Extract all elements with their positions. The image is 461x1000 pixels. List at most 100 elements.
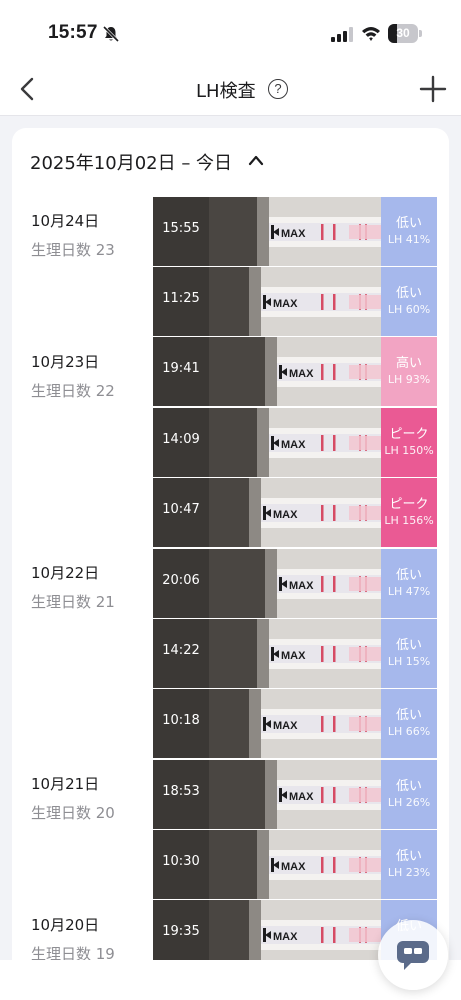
test-strip-image: MAX [209,689,381,758]
test-time: 19:41 [162,361,200,376]
test-strip-image: MAX [209,197,381,266]
strip-max-label: MAX [289,580,314,592]
day-label: 10月24日 生理日数 23 [31,210,151,260]
chat-support-button[interactable] [378,920,448,990]
result-level: 低い [395,779,422,794]
strip-test-line [333,364,336,380]
test-time: 19:35 [162,924,200,939]
day-label: 10月23日 生理日数 22 [31,351,151,401]
strip-max-label: MAX [273,720,298,732]
strip-max-label: MAX [281,861,306,873]
strip-test-line [321,646,324,662]
result-badge: ピーク LH 150% [381,408,437,477]
day-date: 10月22日 [31,564,100,582]
result-level: 低い [395,286,422,301]
test-row[interactable]: 18:53 MAX 低い LH 26% [153,760,437,829]
test-strip-photo: MAX [209,619,381,688]
test-time: 14:22 [162,643,200,658]
result-level: 低い [395,568,422,583]
test-strip-image: MAX [209,549,381,618]
test-strip-image: MAX [209,478,381,547]
result-lh-percent: LH 150% [384,444,434,457]
result-level: 低い [395,849,422,864]
test-row[interactable]: 10:30 MAX 低い LH 23% [153,830,437,899]
test-time: 15:55 [162,221,200,236]
test-history-card: 2025年10月02日 – 今日 10月24日 生理日数 23 10月23日 生… [12,128,449,1000]
result-badge: 低い LH 15% [381,619,437,688]
strip-test-line [321,927,324,943]
result-lh-percent: LH 15% [387,655,431,668]
test-row[interactable]: 10:18 MAX 低い LH 66% [153,689,437,758]
strip-test-line [321,505,324,521]
test-strip-photo: MAX [209,549,381,618]
test-strip-photo: MAX [209,830,381,899]
test-row[interactable]: 10:47 MAX ピーク LH 156% [153,478,437,547]
result-badge: ピーク LH 156% [381,478,437,547]
result-lh-percent: LH 66% [387,725,431,738]
test-strip-photo: MAX [209,478,381,547]
result-level: 低い [395,638,422,653]
strip-test-line [333,646,336,662]
wifi-icon [362,27,380,41]
day-label: 10月22日 生理日数 21 [31,562,151,612]
test-strip-image: MAX [209,760,381,829]
day-date: 10月21日 [31,775,100,793]
result-level: 低い [395,708,422,723]
test-strip-image: MAX [209,337,381,406]
test-row[interactable]: 14:22 MAX 低い LH 15% [153,619,437,688]
test-strip-image: MAX [209,408,381,477]
test-strip-image: MAX [209,830,381,899]
strip-test-line [333,857,336,873]
strip-test-line [321,576,324,592]
plus-icon[interactable] [419,75,447,103]
chevron-up-icon[interactable] [247,153,265,167]
day-label: 10月21日 生理日数 20 [31,773,151,823]
test-strip-image: MAX [209,619,381,688]
test-strip-photo: MAX [209,337,381,406]
question-circle-icon[interactable]: ? [268,79,288,99]
test-strip-photo: MAX [209,689,381,758]
test-row[interactable]: 15:55 MAX 低い LH 41% [153,197,437,266]
test-row[interactable]: 20:06 MAX 低い LH 47% [153,549,437,618]
result-level: 低い [395,216,422,231]
result-badge: 低い LH 41% [381,197,437,266]
cycle-day: 生理日数 23 [31,241,115,259]
result-level: ピーク [389,427,429,442]
strip-test-line [321,787,324,803]
cycle-date-range[interactable]: 2025年10月02日 – 今日 [30,149,232,175]
test-time: 11:25 [162,291,200,306]
test-strip-photo: MAX [209,408,381,477]
day-date: 10月20日 [31,916,100,934]
strip-test-line [333,576,336,592]
strip-test-line [321,364,324,380]
strip-test-line [333,927,336,943]
battery-icon: 30 [388,24,422,43]
navigation-bar: LH検査 ? [0,64,461,116]
test-time: 20:06 [162,573,200,588]
status-bar: 15:57 30 [0,0,461,64]
test-strip-photo: MAX [209,900,381,969]
test-strip-photo: MAX [209,760,381,829]
strip-test-line [333,224,336,240]
result-lh-percent: LH 93% [387,373,431,386]
test-row[interactable]: 19:41 MAX 高い LH 93% [153,337,437,406]
result-badge: 低い LH 47% [381,549,437,618]
chevron-left-icon[interactable] [14,74,44,104]
result-lh-percent: LH 23% [387,866,431,879]
strip-test-line [333,787,336,803]
result-lh-percent: LH 41% [387,233,431,246]
chat-bubble-icon [397,941,429,970]
result-badge: 低い LH 66% [381,689,437,758]
test-strip-image: MAX [209,267,381,336]
test-time: 18:53 [162,784,200,799]
result-lh-percent: LH 156% [384,514,434,527]
test-row[interactable]: 14:09 MAX ピーク LH 150% [153,408,437,477]
test-row[interactable]: 11:25 MAX 低い LH 60% [153,267,437,336]
strip-test-line [321,294,324,310]
test-time: 10:18 [162,713,200,728]
page-title: LH検査 [196,81,256,102]
strip-test-line [333,716,336,732]
result-badge: 高い LH 93% [381,337,437,406]
strip-max-label: MAX [281,650,306,662]
strip-max-label: MAX [281,228,306,240]
